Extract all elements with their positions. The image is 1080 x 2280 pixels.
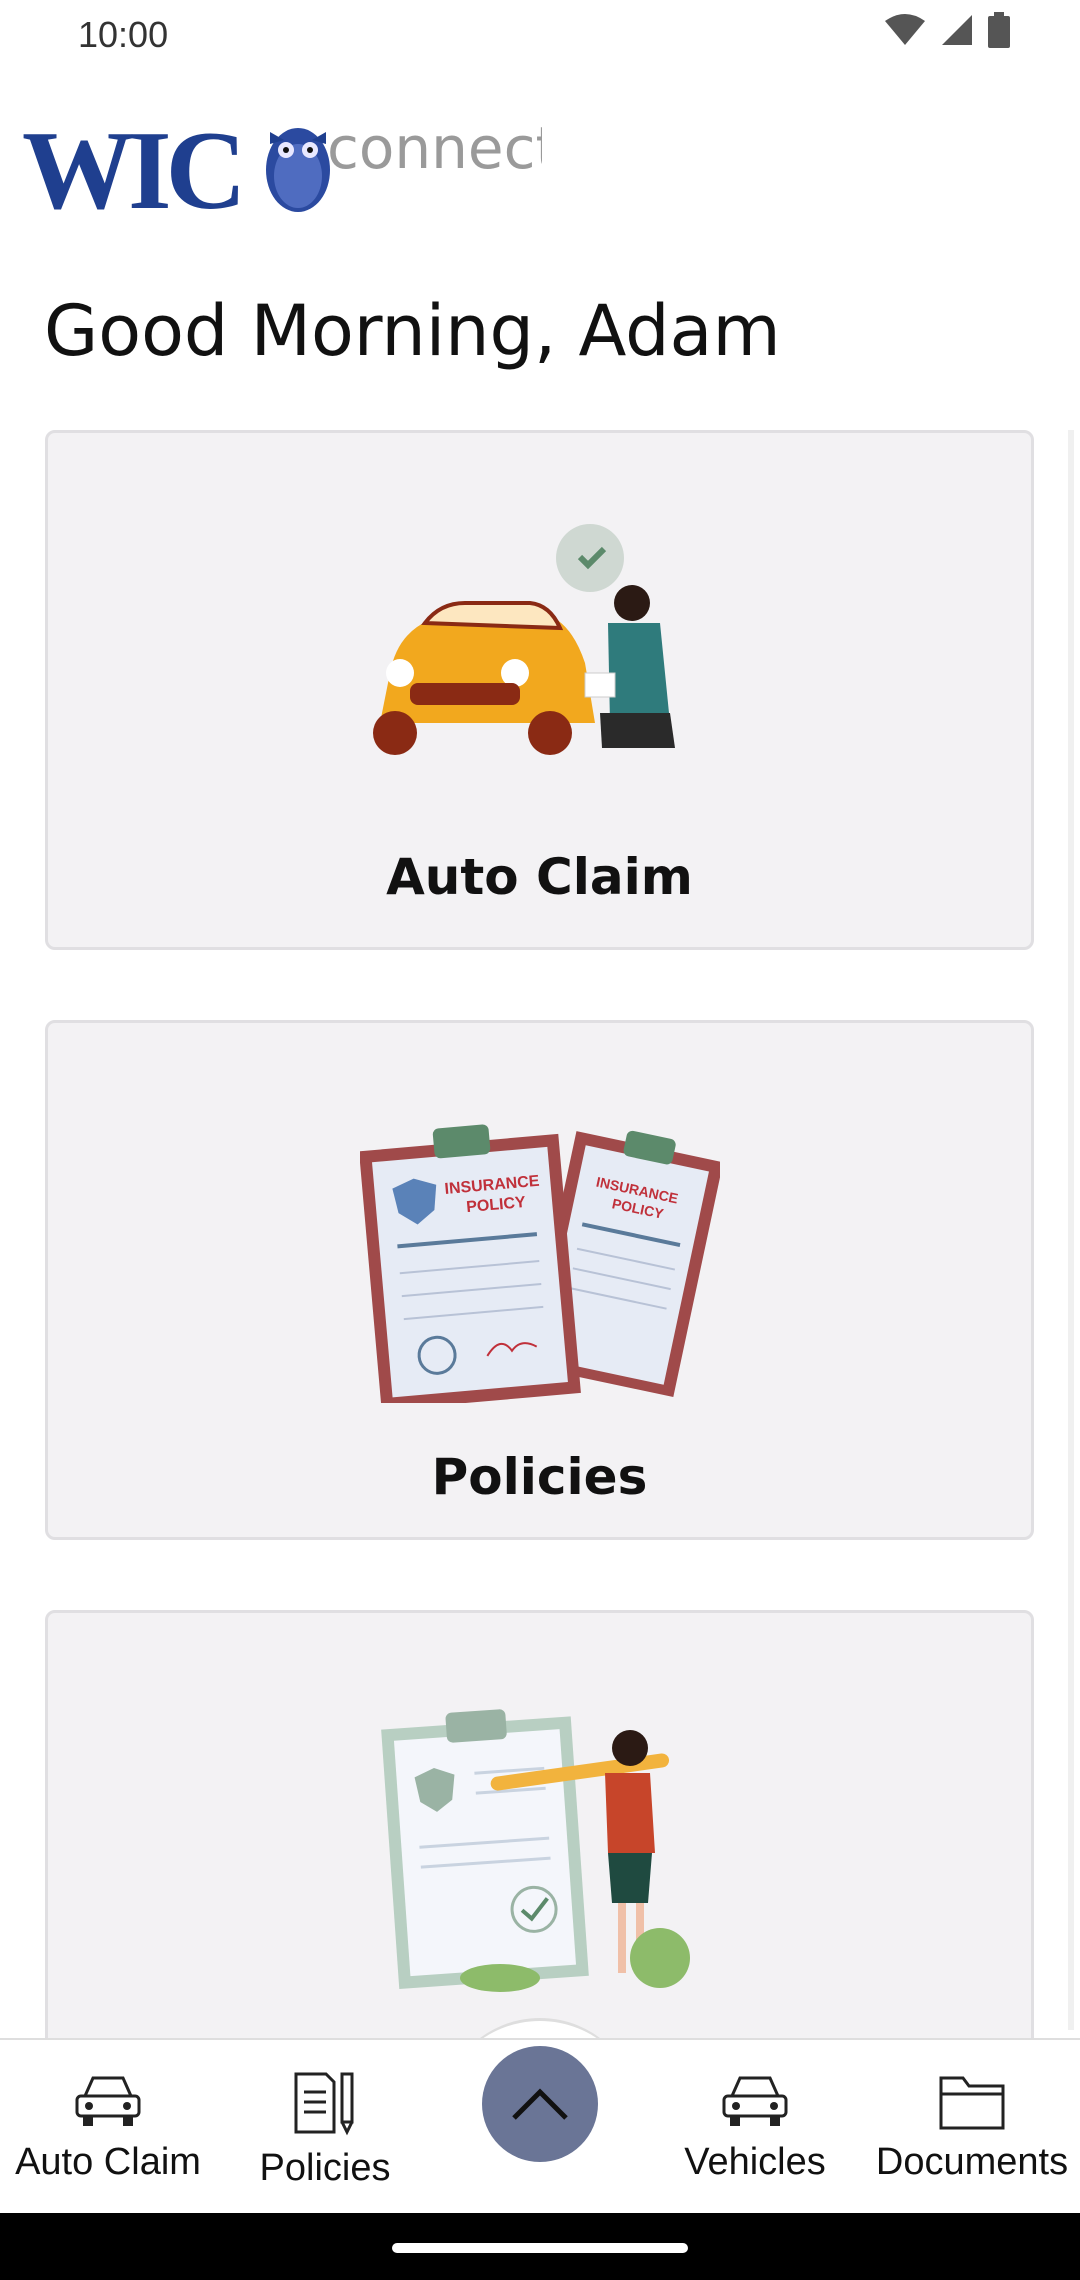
insurance-policy-illustration: INSURANCE POLICY INSURANCE POLICY	[358, 1113, 723, 1411]
scroll-indicator	[1068, 430, 1074, 2030]
wifi-icon	[885, 14, 925, 45]
greeting-heading: Good Morning, Adam	[44, 290, 781, 372]
status-time: 10:00	[78, 14, 169, 55]
signal-icon	[942, 15, 972, 45]
chevron-up-icon	[512, 2088, 568, 2120]
status-bar: 10:00	[0, 0, 1080, 70]
car-icon	[75, 2076, 141, 2126]
status-icons	[884, 12, 1010, 48]
nav-item-documents[interactable]: Documents	[864, 2070, 1080, 2184]
nav-label-auto-claim: Auto Claim	[15, 2141, 201, 2183]
battery-icon	[988, 12, 1010, 48]
car-icon	[722, 2076, 788, 2126]
nav-item-vehicles[interactable]: Vehicles	[670, 2070, 840, 2184]
expand-menu-button[interactable]	[482, 2046, 598, 2162]
checklist-card[interactable]	[45, 1610, 1034, 2070]
policies-card[interactable]: INSURANCE POLICY INSURANCE POLICY Polici…	[45, 1020, 1034, 1540]
nav-item-auto-claim[interactable]: Auto Claim	[8, 2070, 208, 2184]
policies-card-label: Policies	[431, 1448, 648, 1506]
nav-label-vehicles: Vehicles	[684, 2141, 826, 2183]
system-navigation-bar	[0, 2213, 1080, 2280]
owl-icon	[266, 128, 330, 212]
logo-text: WIC	[22, 110, 240, 220]
wic-connect-logo: WIC connect	[22, 109, 558, 233]
logo-subtext: connect	[327, 114, 542, 182]
car-claim-illustration	[370, 523, 710, 763]
checklist-illustration	[380, 1703, 700, 1993]
auto-claim-card-label: Auto Claim	[386, 848, 693, 906]
nav-label-documents: Documents	[875, 2141, 1069, 2183]
home-indicator[interactable]	[392, 2243, 688, 2253]
folder-icon	[939, 2076, 1005, 2130]
nav-item-policies[interactable]: Policies	[240, 2070, 410, 2190]
auto-claim-card[interactable]: Auto Claim	[45, 430, 1034, 950]
document-pen-icon	[294, 2072, 354, 2136]
nav-label-policies: Policies	[259, 2147, 391, 2189]
